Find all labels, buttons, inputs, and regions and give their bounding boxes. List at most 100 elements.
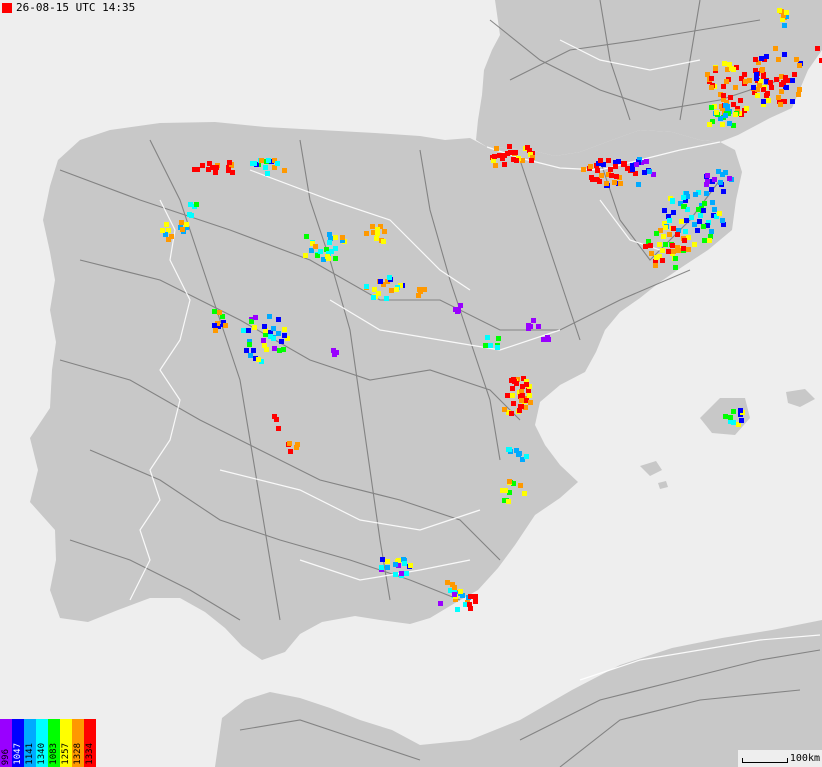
lightning-strike xyxy=(717,211,722,216)
lightning-strike xyxy=(282,333,287,338)
lightning-strike xyxy=(796,92,801,97)
legend-swatch-6: 1328 xyxy=(72,719,84,767)
lightning-strike xyxy=(727,176,732,181)
lightning-strike xyxy=(663,225,668,230)
lightning-strike xyxy=(295,442,300,447)
lightning-strike xyxy=(692,222,697,227)
lightning-strike xyxy=(710,200,715,205)
lightning-strike xyxy=(595,168,600,173)
lightning-strike xyxy=(507,479,512,484)
lightning-strike xyxy=(364,284,369,289)
lightning-strike xyxy=(529,158,534,163)
lightning-strike xyxy=(378,279,383,284)
lightning-strike xyxy=(681,204,686,209)
legend-label: 1083 xyxy=(49,743,59,765)
lightning-strike xyxy=(452,592,457,597)
lightning-strike xyxy=(194,202,199,207)
lightning-strike xyxy=(212,309,217,314)
lightning-strike xyxy=(246,328,251,333)
lightning-strike xyxy=(718,180,723,185)
lightning-strike xyxy=(276,426,281,431)
lightning-strike xyxy=(747,78,752,83)
lightning-strike xyxy=(452,585,457,590)
lightning-strike xyxy=(453,307,458,312)
lightning-strike xyxy=(506,447,511,452)
lightning-strike xyxy=(387,275,392,280)
lightning-strike xyxy=(657,242,662,247)
lightning-strike xyxy=(649,251,654,256)
lightning-strike xyxy=(721,189,726,194)
lightning-strike xyxy=(654,255,659,260)
legend-label: 1141 xyxy=(25,743,35,765)
lightning-strike xyxy=(739,418,744,423)
lightning-strike xyxy=(682,238,687,243)
lightning-strike xyxy=(723,103,728,108)
lightning-strike xyxy=(262,343,267,348)
lightning-strike xyxy=(713,66,718,71)
lightning-strike xyxy=(514,381,519,386)
lightning-strike xyxy=(779,89,784,94)
lightning-strike xyxy=(502,407,507,412)
lightning-strike xyxy=(609,173,614,178)
lightning-strike xyxy=(766,98,771,103)
lightning-strike xyxy=(697,219,702,224)
lightning-strike xyxy=(702,201,707,206)
lightning-strike xyxy=(773,46,778,51)
lightning-strike xyxy=(399,571,404,576)
lightning-strike xyxy=(589,175,594,180)
lightning-strike xyxy=(636,182,641,187)
lightning-strike xyxy=(267,314,272,319)
lightning-strike xyxy=(252,325,257,330)
lightning-strike xyxy=(513,150,518,155)
lightning-strike xyxy=(385,565,390,570)
lightning-strike xyxy=(784,85,789,90)
lightning-strike xyxy=(503,488,508,493)
lightning-strike xyxy=(510,386,515,391)
lightning-strike xyxy=(445,580,450,585)
lightning-strike xyxy=(520,393,525,398)
lightning-strike xyxy=(455,607,460,612)
lightning-strike xyxy=(733,112,738,117)
lightning-strike xyxy=(670,199,675,204)
lightning-strike xyxy=(684,218,689,223)
lightning-strike xyxy=(253,315,258,320)
lightning-strike xyxy=(712,177,717,182)
lightning-strike xyxy=(630,167,635,172)
lightning-strike xyxy=(505,151,510,156)
lightning-strike xyxy=(738,98,743,103)
lightning-strike xyxy=(160,228,165,233)
lightning-strike xyxy=(663,242,668,247)
lightning-strike xyxy=(404,571,409,576)
lightning-strike xyxy=(212,323,217,328)
lightning-strike xyxy=(251,348,256,353)
lightning-strike xyxy=(304,234,309,239)
lightning-strike xyxy=(247,342,252,347)
lightning-map[interactable] xyxy=(0,0,822,767)
legend-swatch-5: 1257 xyxy=(60,719,72,767)
lightning-strike xyxy=(723,113,728,118)
lightning-strike xyxy=(783,75,788,80)
lightning-strike xyxy=(714,110,719,115)
lightning-strike xyxy=(701,208,706,213)
lightning-strike xyxy=(531,318,536,323)
lightning-strike xyxy=(777,8,782,13)
lightning-strike xyxy=(692,242,697,247)
lightning-strike xyxy=(792,72,797,77)
lightning-strike xyxy=(653,263,658,268)
lightning-strike xyxy=(265,171,270,176)
lightning-strike xyxy=(675,232,680,237)
legend-label: 1334 xyxy=(85,743,95,765)
legend-swatch-3: 1340 xyxy=(36,719,48,767)
lightning-strike xyxy=(272,414,277,419)
lightning-strike xyxy=(643,244,648,249)
lightning-strike xyxy=(483,343,488,348)
lightning-strike xyxy=(608,167,613,172)
lightning-strike xyxy=(195,167,200,172)
lightning-strike xyxy=(493,163,498,168)
lightning-strike xyxy=(488,343,493,348)
lightning-strike xyxy=(695,228,700,233)
lightning-strike xyxy=(318,249,323,254)
lightning-strike xyxy=(528,400,533,405)
lightning-strike xyxy=(519,404,524,409)
lightning-strike xyxy=(516,452,521,457)
